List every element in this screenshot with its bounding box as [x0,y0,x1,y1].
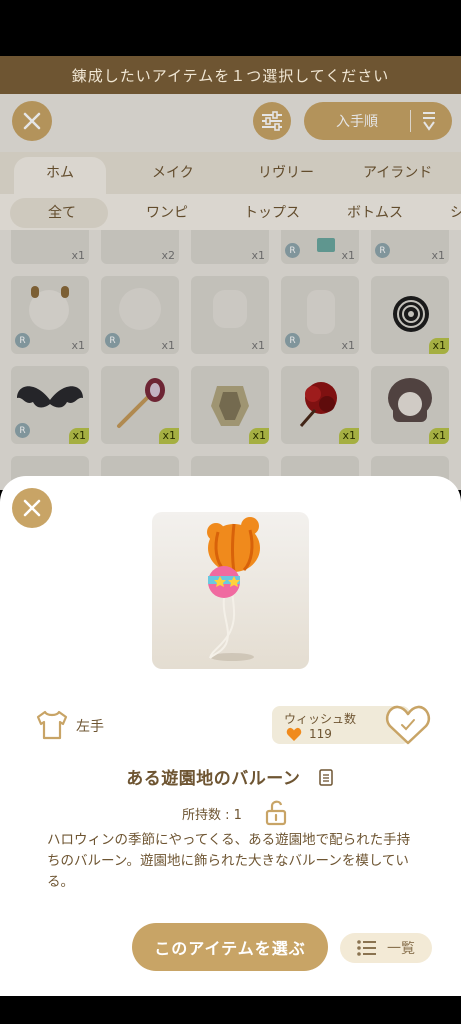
screen: 錬成したいアイテムを１つ選択してください 入手順 ホム メイク リヴリー アイラ… [0,0,461,1024]
owned-count: 所持数 : 1 [182,808,242,823]
balloon-item-image [207,517,260,661]
slot-label: 左手 [76,719,104,735]
shirt-icon [36,710,68,740]
dim-overlay [0,94,461,494]
wish-count: 119 [309,727,332,741]
item-preview [152,512,309,669]
padlock-open-icon[interactable] [264,799,290,827]
close-icon [23,499,41,517]
choose-item-label: このアイテムを選ぶ [154,939,306,958]
wishlist-button[interactable] [385,704,431,746]
bottom-safe-area [0,996,461,1024]
banner-text: 錬成したいアイテムを１つ選択してください [71,66,390,85]
list-icon [357,940,376,956]
item-name: ある遊園地のバルーン [126,769,301,789]
heart-icon [286,727,302,741]
item-name-row: ある遊園地のバルーン [0,764,461,789]
choose-item-button[interactable]: このアイテムを選ぶ [132,923,328,971]
wish-label: ウィッシュ数 [284,712,357,726]
close-sheet-button[interactable] [12,488,52,528]
list-label: 一覧 [387,941,415,957]
list-button[interactable]: 一覧 [340,933,432,963]
item-description: ハロウィンの季節にやってくる、ある遊園地で配られた手持ちのバルーン。遊園地に飾ら… [47,832,411,890]
copy-icon[interactable] [319,769,335,787]
instruction-banner: 錬成したいアイテムを１つ選択してください [0,56,461,94]
